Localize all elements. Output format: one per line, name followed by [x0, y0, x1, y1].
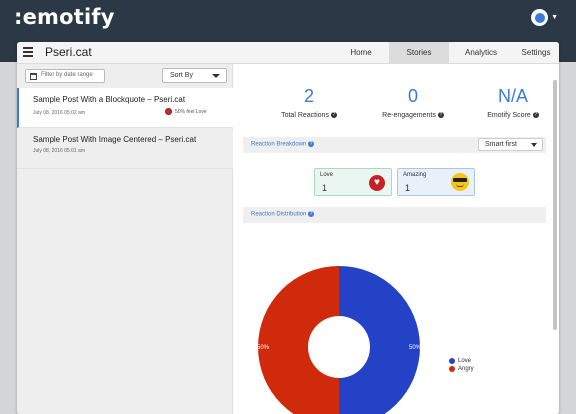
reaction-card-love: Love 1 ♥: [314, 168, 392, 196]
tab-home[interactable]: Home: [333, 42, 389, 63]
reaction-name: Love: [320, 172, 334, 178]
section-title: Reaction Distribution: [251, 211, 307, 218]
donut-slice-angry[interactable]: [258, 266, 339, 414]
breakdown-sort-value: Smart first: [485, 141, 517, 148]
legend-item[interactable]: Love: [449, 358, 474, 364]
donut-slice-love[interactable]: [339, 266, 420, 414]
stat-re-engagements: 0 Re-engagements ?: [368, 86, 458, 119]
tab-settings[interactable]: Settings: [513, 42, 559, 63]
vertical-scrollbar[interactable]: [553, 80, 557, 330]
stat-emotify-score: N/A Emotify Score ?: [468, 86, 558, 119]
help-icon[interactable]: ?: [308, 141, 315, 147]
legend-dot-angry: [449, 366, 455, 372]
chevron-down-icon: [212, 74, 220, 78]
stat-value: 0: [407, 86, 418, 106]
account-menu[interactable]: ▼: [531, 9, 558, 26]
reaction-distribution-chart: 50% 50%: [257, 266, 422, 414]
heart-icon: [165, 108, 172, 115]
sidebar: Filter by date range Sort By Sample Post…: [17, 64, 233, 414]
post-badge-text: 50% feel Love: [175, 108, 207, 115]
app-window: Pseri.cat Home Stories Analytics Setting…: [17, 42, 559, 414]
tab-analytics[interactable]: Analytics: [449, 42, 513, 63]
stat-total-reactions: 2 Total Reactions ?: [264, 86, 354, 119]
date-range-filter-input[interactable]: Filter by date range: [25, 69, 105, 83]
sort-by-dropdown[interactable]: Sort By: [162, 68, 227, 83]
sort-by-label: Sort By: [170, 72, 193, 79]
legend-item[interactable]: Angry: [449, 366, 474, 372]
help-icon[interactable]: ?: [308, 211, 315, 217]
breakdown-sort-dropdown[interactable]: Smart first: [478, 138, 543, 151]
reaction-breakdown-header: Reaction Breakdown ? Smart first: [243, 137, 546, 153]
chevron-down-icon: [531, 143, 537, 147]
reaction-name: Amazing: [403, 172, 427, 178]
help-icon[interactable]: ?: [330, 112, 337, 119]
help-icon[interactable]: ?: [437, 112, 444, 119]
hamburger-menu-icon[interactable]: [23, 47, 33, 59]
site-header: Pseri.cat Home Stories Analytics Setting…: [17, 42, 559, 64]
chevron-down-icon[interactable]: ▼: [551, 14, 558, 21]
calendar-icon: [30, 73, 37, 80]
reaction-card-amazing: Amazing 1: [397, 168, 475, 196]
tab-stories[interactable]: Stories: [389, 42, 449, 63]
main-nav: Home Stories Analytics Settings: [333, 42, 559, 63]
donut-chart-wrapper: 50% 50%: [257, 265, 422, 414]
stat-label: Emotify Score: [487, 112, 531, 119]
post-title: Sample Post With a Blockquote – Pseri.ca…: [33, 95, 186, 104]
site-title: Pseri.cat: [45, 45, 92, 59]
brand-logo[interactable]: :emotify: [14, 5, 115, 29]
post-title: Sample Post With Image Centered – Pseri.…: [33, 135, 197, 144]
post-list-item[interactable]: Sample Post With Image Centered – Pseri.…: [17, 129, 233, 169]
post-reaction-badge: 50% feel Love: [165, 108, 207, 115]
stat-label: Re-engagements: [382, 112, 436, 119]
section-title: Reaction Breakdown: [251, 141, 307, 148]
post-date: July 08, 2016 05:02 am: [33, 110, 85, 116]
chart-legend: Love Angry: [449, 358, 474, 374]
sunglasses-face-icon: [451, 173, 469, 191]
data-label-angry: 50%: [257, 345, 270, 351]
post-date: July 08, 2016 05:01 am: [33, 148, 85, 154]
data-label-love: 50%: [409, 345, 421, 351]
avatar-icon: [534, 12, 545, 23]
story-detail-panel: 2 Total Reactions ? 0 Re-engagements ? N…: [234, 64, 559, 414]
reaction-count: 1: [322, 183, 328, 193]
avatar[interactable]: [531, 9, 549, 26]
legend-dot-love: [449, 358, 455, 364]
help-icon[interactable]: ?: [532, 112, 539, 119]
stat-label: Total Reactions: [281, 112, 329, 119]
reaction-distribution-header: Reaction Distribution ?: [243, 207, 546, 223]
heart-icon: ♥: [369, 175, 385, 191]
stat-value: 2: [303, 86, 314, 106]
stat-value: N/A: [497, 86, 528, 106]
legend-label: Love: [458, 358, 472, 364]
post-list-item[interactable]: Sample Post With a Blockquote – Pseri.ca…: [17, 88, 233, 128]
filter-placeholder: Filter by date range: [41, 72, 93, 78]
reaction-count: 1: [405, 183, 411, 193]
legend-label: Angry: [458, 366, 474, 372]
